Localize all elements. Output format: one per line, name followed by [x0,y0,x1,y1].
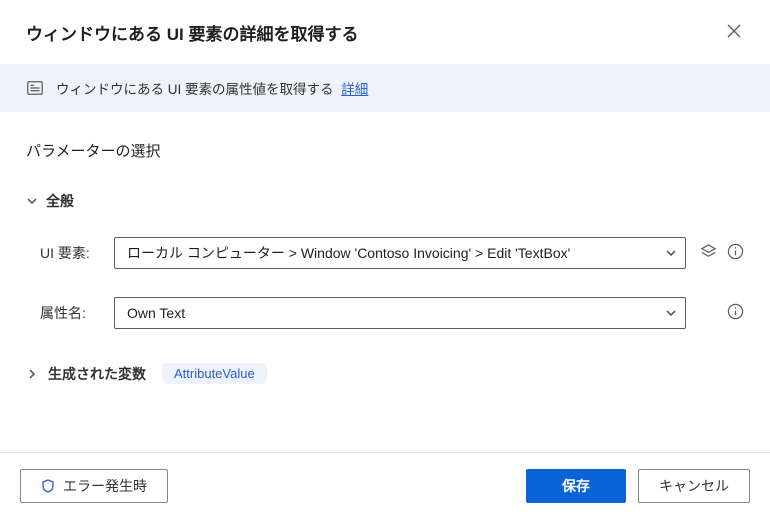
ui-element-value: ローカル コンピューター > Window 'Contoso Invoicing… [127,243,570,263]
form-detail-icon [26,79,44,97]
save-label: 保存 [562,476,590,496]
ui-element-select[interactable]: ローカル コンピューター > Window 'Contoso Invoicing… [114,237,686,269]
attribute-name-label: 属性名: [40,303,102,323]
cancel-button[interactable]: キャンセル [638,469,750,503]
save-button[interactable]: 保存 [526,469,626,503]
info-banner: ウィンドウにある UI 要素の属性値を取得する 詳細 [0,64,770,112]
details-link[interactable]: 詳細 [341,82,368,97]
close-icon [727,24,741,41]
dialog-title: ウィンドウにある UI 要素の詳細を取得する [26,20,358,45]
cancel-label: キャンセル [659,476,729,496]
chevron-down-icon [665,247,677,259]
variable-pill[interactable]: AttributeValue [162,363,267,384]
variables-label: 生成された変数 [48,364,146,384]
info-icon [727,303,744,323]
attribute-name-info-button[interactable] [727,303,744,323]
chevron-down-icon [665,307,677,319]
parameters-section-title: パラメーターの選択 [26,140,744,161]
attribute-name-select[interactable]: Own Text [114,297,686,329]
close-button[interactable] [720,18,748,46]
group-general-label: 全般 [46,191,74,211]
on-error-label: エラー発生時 [63,476,147,496]
on-error-button[interactable]: エラー発生時 [20,469,168,503]
shield-icon [41,479,55,493]
group-general-toggle[interactable]: 全般 [26,191,744,211]
info-text: ウィンドウにある UI 要素の属性値を取得する [56,82,334,97]
info-icon [727,243,744,263]
chevron-down-icon [26,195,38,207]
group-variables-toggle[interactable]: 生成された変数 AttributeValue [26,363,744,384]
ui-element-info-button[interactable] [727,243,744,263]
layers-icon [700,243,717,263]
attribute-name-value: Own Text [127,305,185,321]
chevron-right-icon [26,368,38,380]
ui-element-label: UI 要素: [40,243,102,263]
element-picker-button[interactable] [700,243,717,263]
